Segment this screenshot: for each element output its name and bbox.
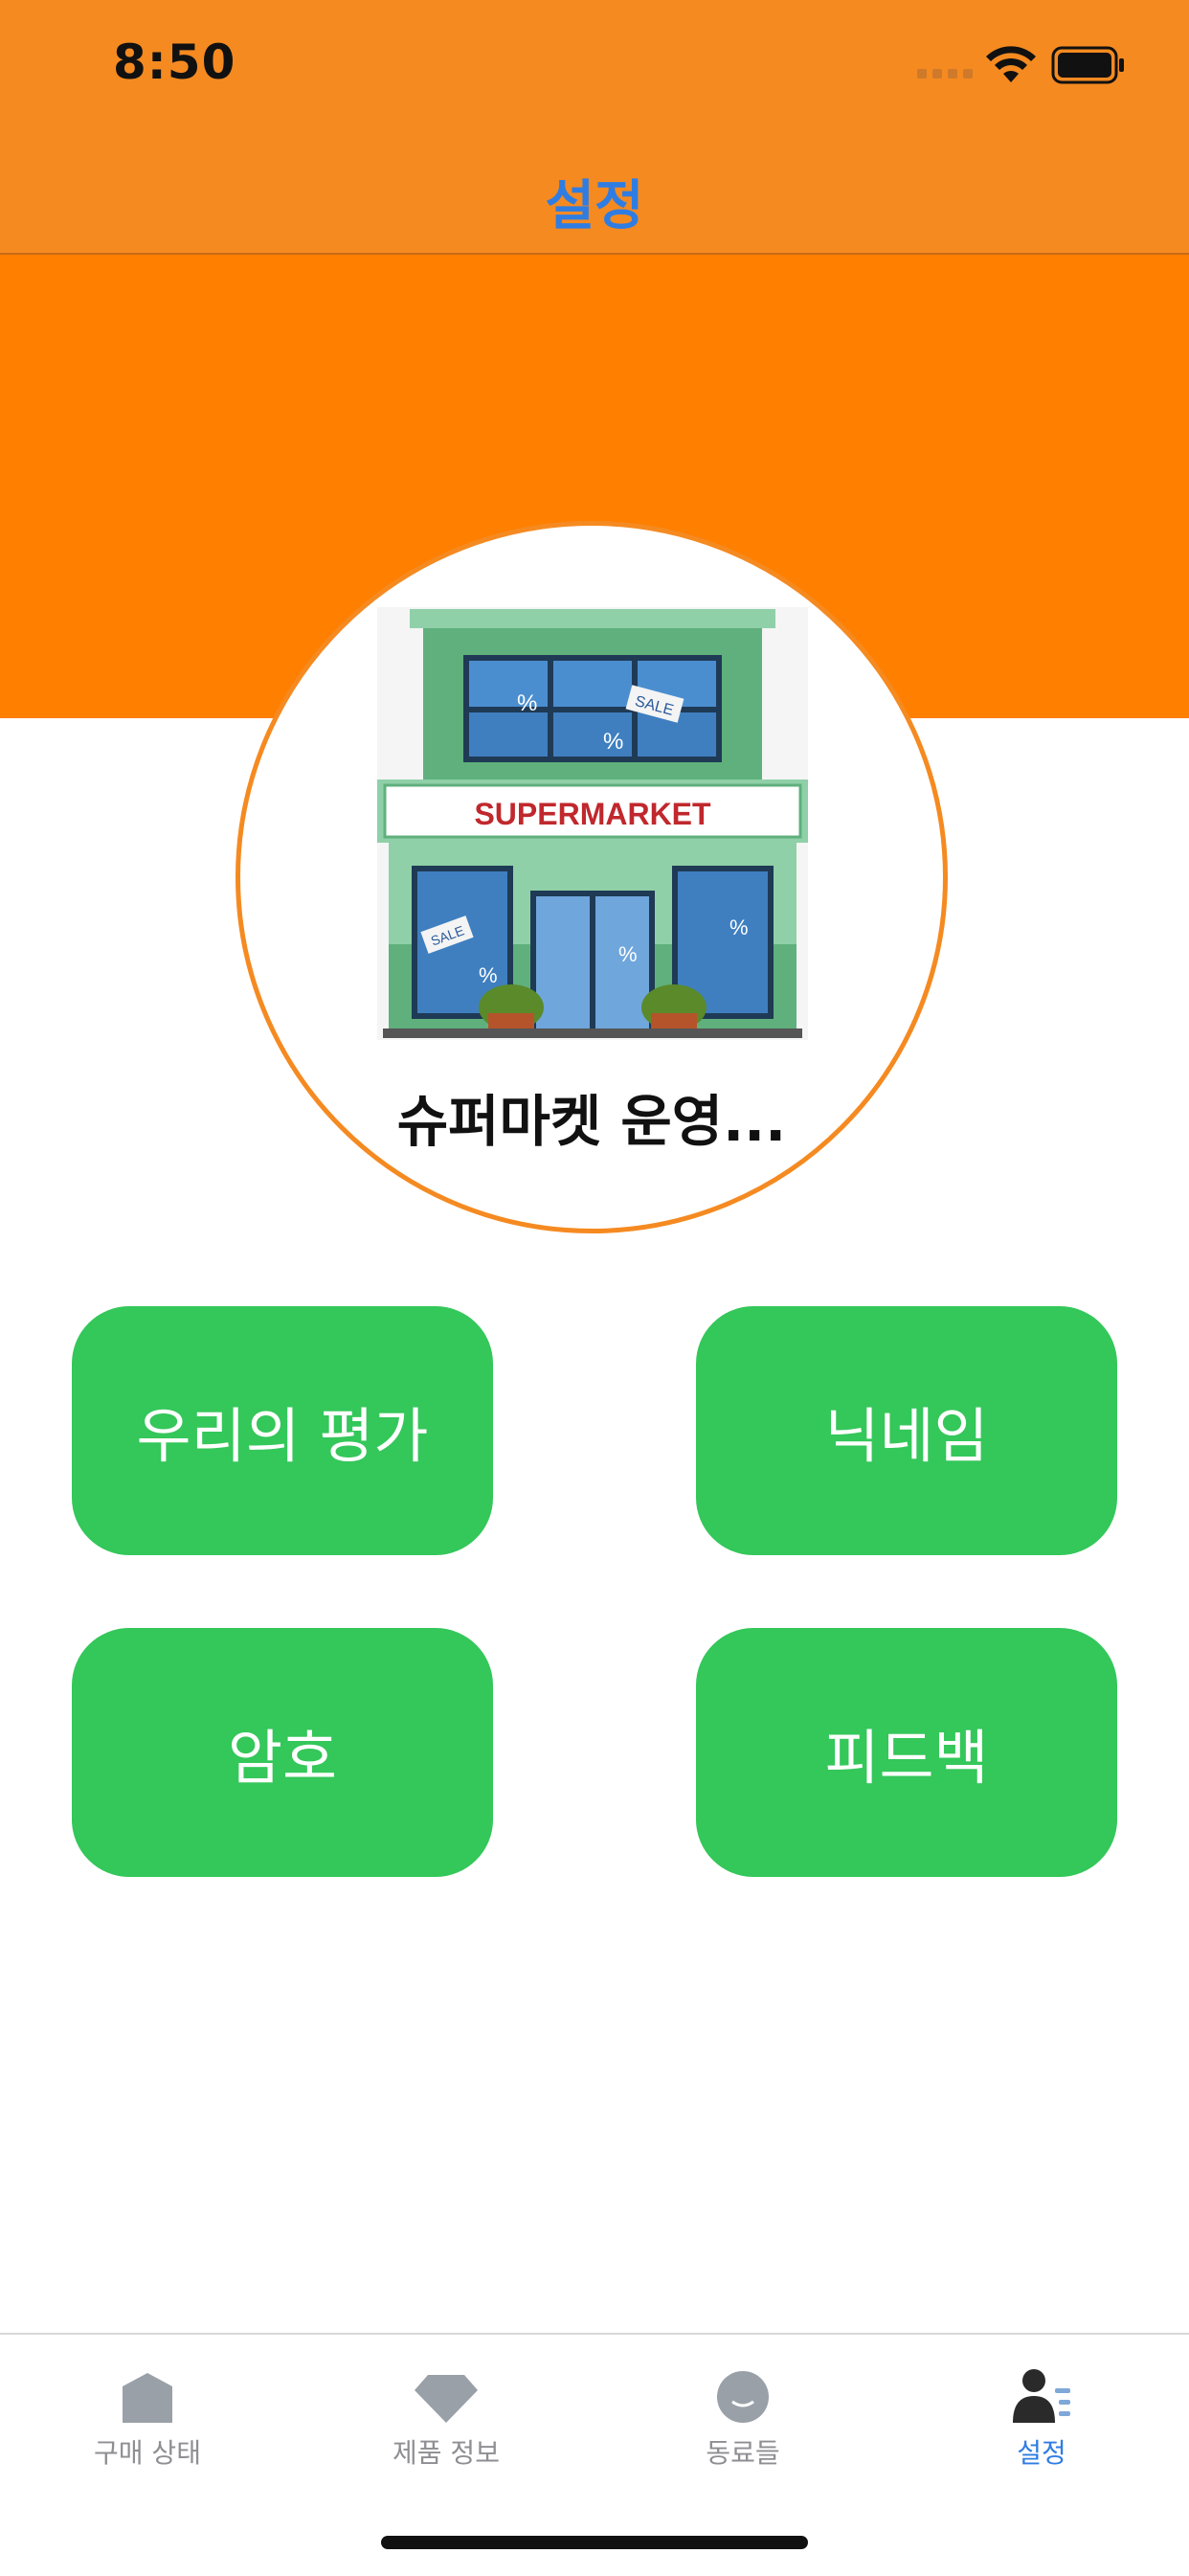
navigation-bar: 설정 [0, 134, 1189, 255]
svg-text:%: % [603, 729, 623, 755]
svg-text:%: % [517, 690, 537, 716]
password-button[interactable]: 암호 [72, 1628, 493, 1877]
status-bar: 8:50 [0, 0, 1189, 134]
battery-icon [1051, 46, 1124, 84]
store-sign-text: SUPERMARKET [474, 797, 711, 831]
supermarket-image: SALE % % SUPERMARKET SALE % % % [377, 607, 808, 1040]
tab-settings[interactable]: 설정 [946, 2356, 1137, 2471]
smiley-icon [717, 2371, 769, 2423]
diamond-icon [415, 2375, 478, 2423]
tab-label: 제품 정보 [393, 2437, 500, 2469]
tab-label: 구매 상태 [94, 2437, 201, 2469]
svg-text:%: % [479, 963, 498, 987]
house-icon [123, 2373, 172, 2423]
rating-button[interactable]: 우리의 평가 [72, 1306, 493, 1555]
cellular-signal-icon [917, 69, 973, 79]
tab-label: 설정 [1017, 2437, 1066, 2469]
svg-text:%: % [729, 915, 749, 939]
page-title: 설정 [545, 175, 644, 237]
tab-colleagues[interactable]: 동료들 [647, 2356, 839, 2471]
status-time: 8:50 [113, 34, 236, 90]
nickname-button[interactable]: 닉네임 [696, 1306, 1117, 1555]
wifi-icon [986, 46, 1036, 82]
profile-name: 슈퍼마켓 운영... [396, 1089, 787, 1154]
feedback-button[interactable]: 피드백 [696, 1628, 1117, 1877]
tab-product-info[interactable]: 제품 정보 [350, 2356, 542, 2471]
home-indicator[interactable] [381, 2536, 808, 2549]
person-settings-icon [1013, 2369, 1070, 2423]
svg-text:%: % [618, 942, 638, 966]
tab-label: 동료들 [706, 2437, 780, 2469]
tab-purchase-status[interactable]: 구매 상태 [52, 2356, 243, 2471]
